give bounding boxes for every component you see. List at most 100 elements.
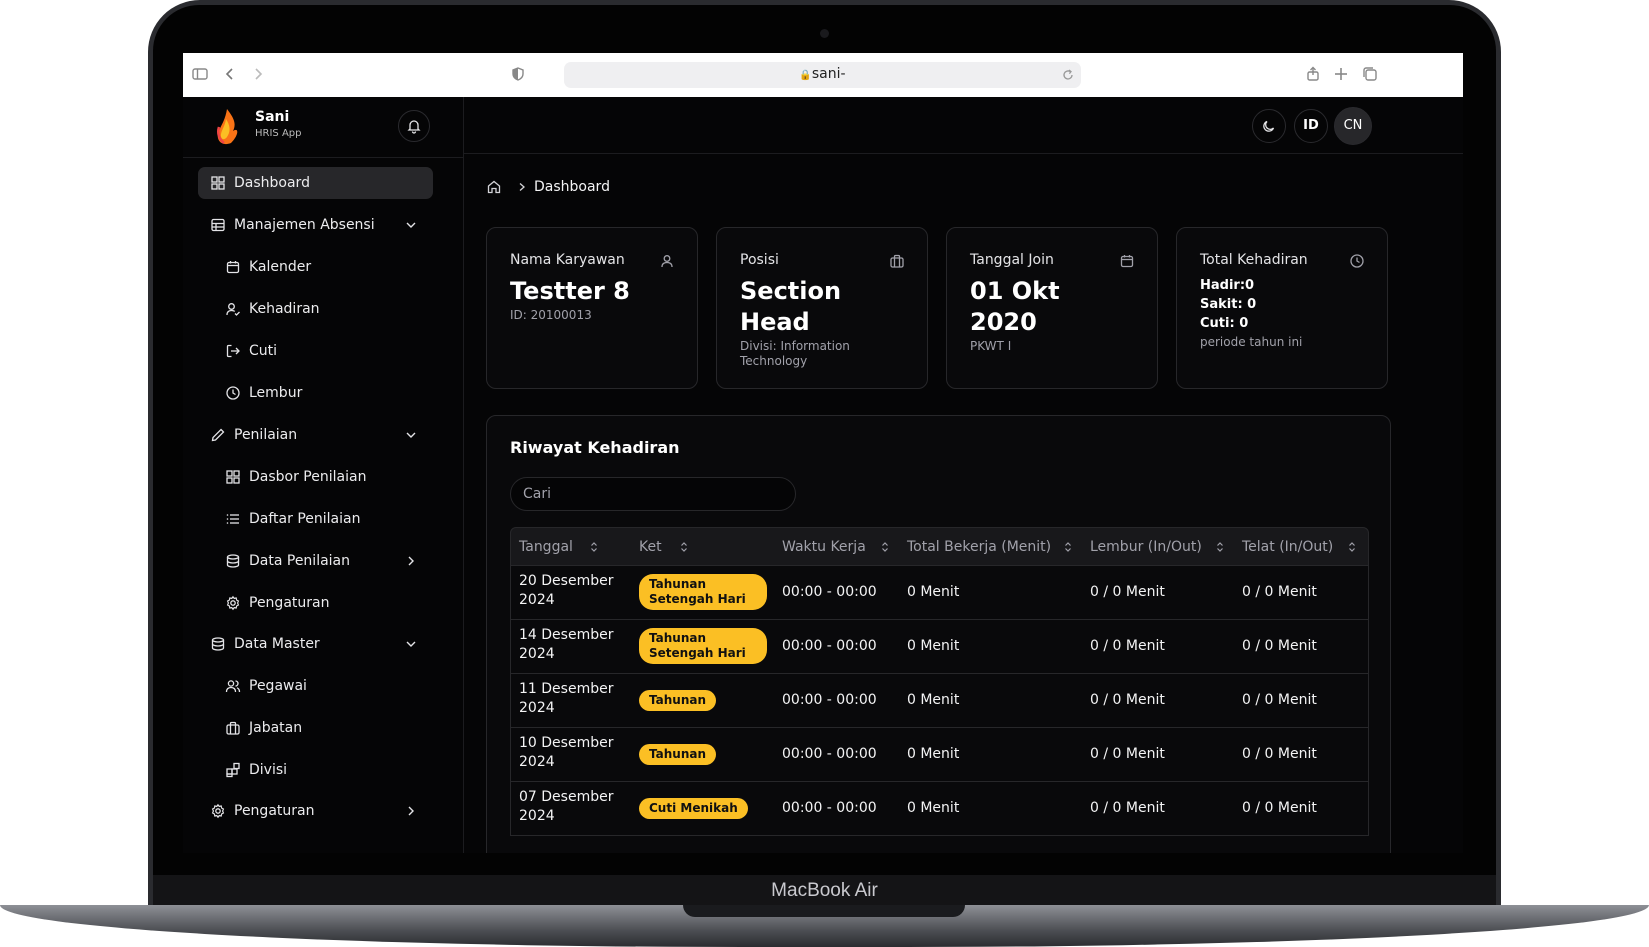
column-header-tanggal[interactable]: Tanggal: [519, 528, 573, 566]
table-row[interactable]: 07 Desember 2024 Cuti Menikah 00:00 - 00…: [510, 782, 1369, 836]
url-text: 🔒sani-: [564, 66, 1081, 82]
app-subtitle: HRIS App: [255, 128, 302, 139]
column-header-total-bekerja[interactable]: Total Bekerja (Menit): [907, 528, 1051, 566]
cell-lembur: 0 / 0 Menit: [1090, 584, 1165, 600]
sidebar-item-data-master[interactable]: Data Master: [198, 628, 433, 660]
sidebar-toggle-icon[interactable]: [191, 65, 209, 83]
new-tab-icon[interactable]: [1332, 65, 1350, 83]
sidebar-item-label: Pengaturan: [249, 595, 330, 611]
chevron-down-icon: [406, 641, 416, 647]
sidebar-item-divisi[interactable]: Divisi: [213, 754, 433, 786]
app-name: Sani: [255, 109, 290, 125]
sidebar-item-pegawai[interactable]: Pegawai: [213, 670, 433, 702]
sort-icon[interactable]: [1061, 540, 1075, 554]
cell-work-time: 00:00 - 00:00: [782, 638, 877, 654]
cell-date: 07 Desember 2024: [519, 789, 614, 824]
cell-date: 14 Desember 2024: [519, 627, 614, 662]
hadir-count: Hadir:0: [1200, 278, 1255, 293]
clock-icon: [1350, 254, 1364, 268]
sidebar-item-label: Dasbor Penilaian: [249, 469, 367, 485]
sidebar-item-label: Manajemen Absensi: [234, 217, 375, 233]
layout-grid-icon: [211, 176, 225, 190]
sort-icon[interactable]: [1345, 540, 1359, 554]
table-row[interactable]: 11 Desember 2024 Tahunan 00:00 - 00:00 0…: [510, 674, 1369, 728]
lock-icon: 🔒: [799, 70, 812, 81]
table-icon: [211, 218, 225, 232]
cell-lembur: 0 / 0 Menit: [1090, 746, 1165, 762]
sidebar-item-label: Pengaturan: [234, 803, 315, 819]
card-attendance-total: Total Kehadiran Hadir:0 Sakit: 0 Cuti: 0…: [1176, 227, 1388, 389]
sidebar-item-dasbor-penilaian[interactable]: Dasbor Penilaian: [213, 461, 433, 493]
sidebar-item-cuti[interactable]: Cuti: [213, 335, 433, 367]
reload-icon[interactable]: [1061, 68, 1075, 82]
card-employee: Nama Karyawan Testter 8 ID: 20100013: [486, 227, 698, 389]
language-button[interactable]: ID: [1294, 109, 1328, 143]
chevron-down-icon: [406, 222, 416, 228]
sidebar-item-label: Kalender: [249, 259, 312, 275]
position-name: Section Head: [740, 277, 842, 336]
join-date: 01 Okt 2020: [970, 277, 1060, 336]
table-row[interactable]: 14 Desember 2024 Tahunan Setengah Hari 0…: [510, 620, 1369, 674]
sidebar: Sani HRIS App Dashboard Manajemen Absens…: [183, 97, 464, 853]
sidebar-item-pengaturan[interactable]: Pengaturan: [198, 795, 433, 827]
users-icon: [225, 680, 241, 693]
sidebar-item-penilaian[interactable]: Penilaian: [198, 419, 433, 451]
breadcrumb: Dashboard: [486, 177, 610, 197]
table-row[interactable]: 10 Desember 2024 Tahunan 00:00 - 00:00 0…: [510, 728, 1369, 782]
home-icon[interactable]: [486, 179, 502, 195]
cell-telat: 0 / 0 Menit: [1242, 638, 1317, 654]
cell-work-time: 00:00 - 00:00: [782, 746, 877, 762]
sidebar-header: Sani HRIS App: [183, 97, 463, 158]
device-brand: MacBook Air: [771, 880, 878, 901]
sidebar-item-kehadiran[interactable]: Kehadiran: [213, 293, 433, 325]
sidebar-item-daftar-penilaian[interactable]: Daftar Penilaian: [213, 503, 433, 535]
card-label: Total Kehadiran: [1200, 252, 1308, 268]
theme-toggle-button[interactable]: [1252, 109, 1286, 143]
card-join-date: Tanggal Join 01 Okt 2020 PKWT I: [946, 227, 1158, 389]
sidebar-item-label: Divisi: [249, 762, 288, 778]
sidebar-item-dashboard[interactable]: Dashboard: [198, 167, 433, 199]
sidebar-item-lembur[interactable]: Lembur: [213, 377, 433, 409]
notification-button[interactable]: [398, 110, 430, 142]
back-icon[interactable]: [221, 65, 239, 83]
briefcase-icon: [890, 254, 904, 268]
status-badge: Tahunan Setengah Hari: [639, 628, 767, 664]
share-icon[interactable]: [1304, 65, 1322, 83]
column-header-telat[interactable]: Telat (In/Out): [1242, 528, 1333, 566]
clock-icon: [226, 386, 240, 400]
address-bar[interactable]: 🔒sani-: [564, 62, 1081, 88]
sidebar-item-kalender[interactable]: Kalender: [213, 251, 433, 283]
cuti-count: Cuti: 0: [1200, 316, 1249, 331]
top-bar: ID CN: [464, 97, 1463, 154]
sidebar-item-label: Pegawai: [249, 678, 307, 694]
sidebar-item-label: Lembur: [249, 385, 303, 401]
forward-icon[interactable]: [249, 65, 267, 83]
cell-total: 0 Menit: [907, 638, 960, 654]
settings-icon: [211, 803, 225, 819]
column-header-ket[interactable]: Ket: [639, 528, 662, 566]
url-value: sani-: [811, 66, 846, 82]
column-header-waktu-kerja[interactable]: Waktu Kerja: [782, 528, 866, 566]
sidebar-item-data-penilaian[interactable]: Data Penilaian: [213, 545, 433, 577]
shield-icon[interactable]: [509, 65, 527, 83]
card-label: Posisi: [740, 252, 779, 268]
sort-icon[interactable]: [587, 540, 601, 554]
search-input[interactable]: [510, 477, 796, 511]
database-icon: [226, 554, 240, 568]
sort-icon[interactable]: [878, 540, 892, 554]
period-note: periode tahun ini: [1200, 335, 1303, 349]
avatar[interactable]: CN: [1334, 107, 1372, 145]
sidebar-item-label: Data Penilaian: [249, 553, 351, 569]
sort-icon[interactable]: [1213, 540, 1227, 554]
calendar-icon: [226, 261, 240, 274]
sort-icon[interactable]: [677, 540, 691, 554]
tabs-overview-icon[interactable]: [1361, 65, 1379, 83]
settings-icon: [226, 595, 240, 611]
cell-lembur: 0 / 0 Menit: [1090, 638, 1165, 654]
sidebar-item-jabatan[interactable]: Jabatan: [213, 712, 433, 744]
sidebar-item-manajemen-absensi[interactable]: Manajemen Absensi: [198, 209, 433, 241]
column-header-lembur[interactable]: Lembur (In/Out): [1090, 528, 1202, 566]
table-row[interactable]: 20 Desember 2024 Tahunan Setengah Hari 0…: [510, 566, 1369, 620]
chevron-right-icon: [408, 806, 414, 816]
sidebar-item-pengaturan-penilaian[interactable]: Pengaturan: [213, 587, 433, 619]
